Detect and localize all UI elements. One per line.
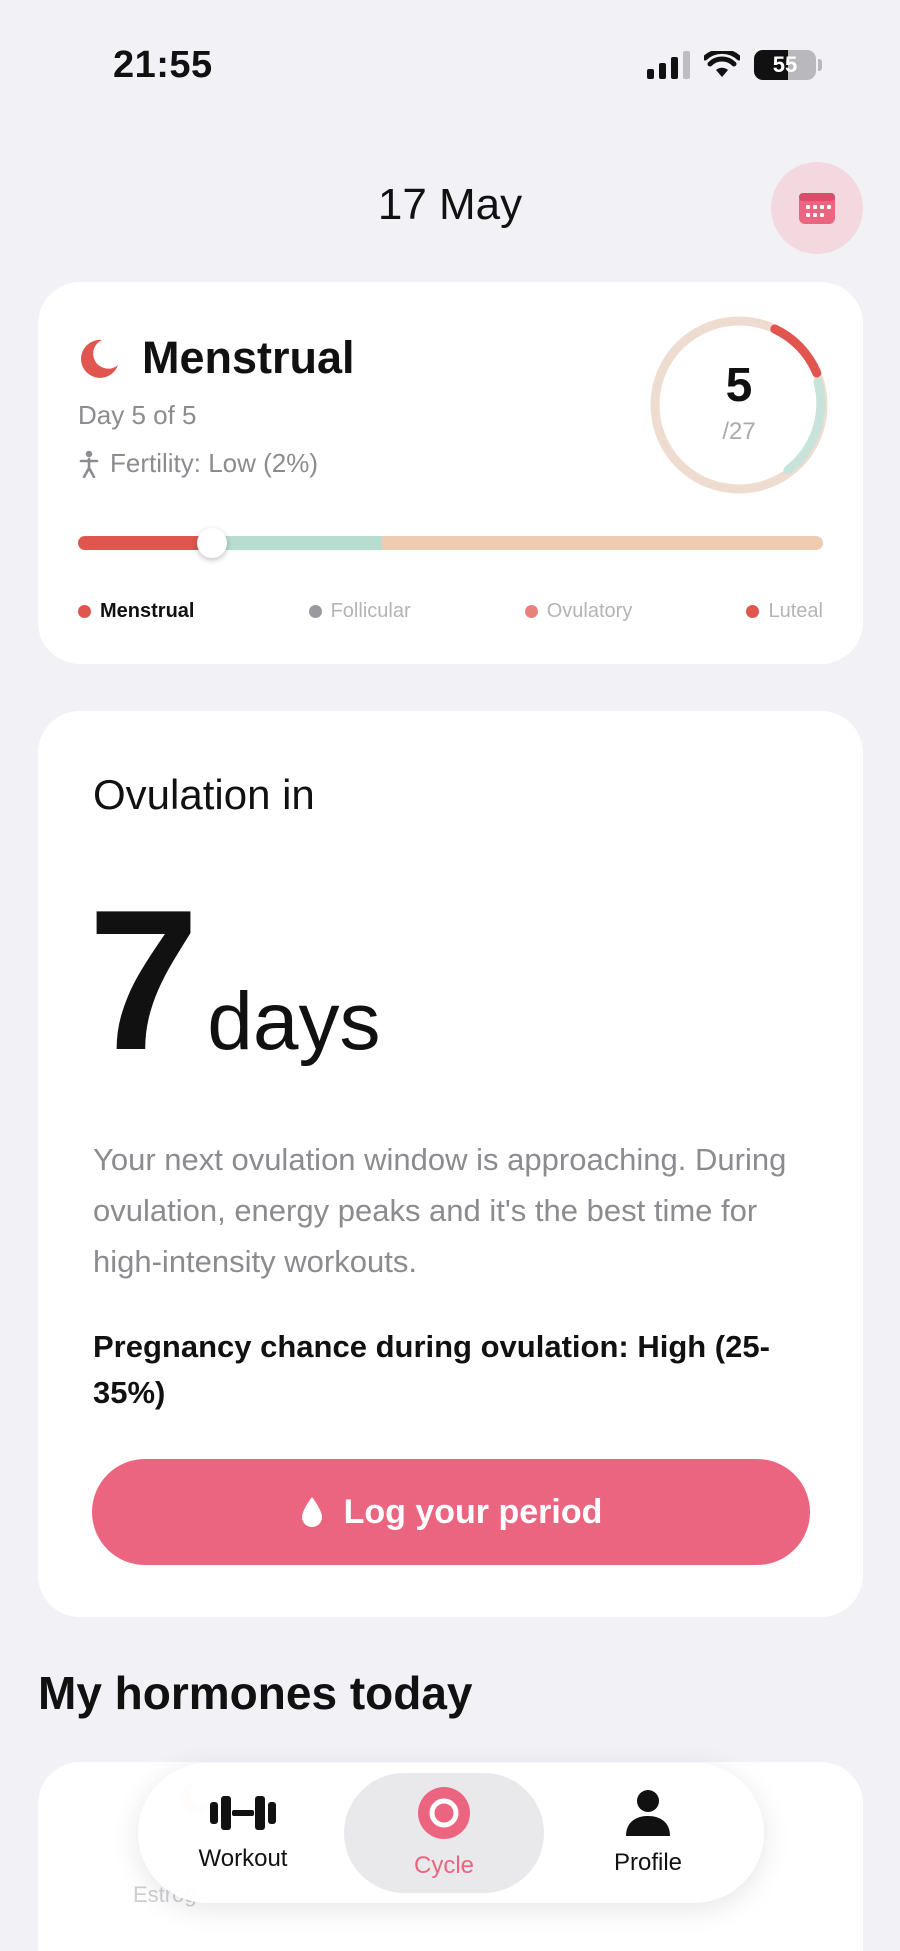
- cycle-progress-bar: [78, 536, 823, 550]
- tab-cycle[interactable]: Cycle: [344, 1773, 544, 1893]
- phase-title-row: Menstrual: [78, 332, 355, 384]
- tab-cycle-label: Cycle: [413, 1852, 474, 1879]
- legend-item-luteal: Luteal: [746, 600, 823, 623]
- status-icons: 55: [647, 50, 822, 80]
- legend-item-follicular: Follicular: [308, 600, 411, 623]
- ovulation-heading: Ovulation in: [93, 771, 315, 818]
- ovulation-countdown: 7 days: [88, 881, 380, 1081]
- battery-level: 55: [772, 52, 798, 77]
- cellular-signal-icon: [647, 51, 690, 79]
- header-date: 17 May: [377, 180, 523, 229]
- battery-icon: 55: [754, 50, 816, 80]
- bottom-tab-bar: Workout Cycle Profile: [138, 1763, 764, 1903]
- calendar-icon: [799, 193, 835, 224]
- status-time: 21:55: [113, 44, 213, 86]
- legend-item-ovulatory: Ovulatory: [524, 600, 632, 623]
- ovulation-days-unit: days: [207, 976, 381, 1067]
- phase-title: Menstrual: [142, 332, 355, 383]
- dumbbell-icon: [210, 1796, 276, 1830]
- cycle-length: /27: [722, 418, 756, 445]
- log-period-button[interactable]: Log your period: [92, 1459, 810, 1565]
- ovulation-card: Ovulation in 7 days Your next ovulation …: [38, 711, 863, 1617]
- cycle-phase-card[interactable]: Menstrual Day 5 of 5 Fertility: Low (2%)…: [38, 282, 863, 664]
- drop-icon: [301, 1497, 322, 1527]
- pregnancy-chance: Pregnancy chance during ovulation: High …: [93, 1329, 770, 1410]
- cycle-day-ring: 5 /27: [648, 314, 830, 496]
- cycle-icon: [418, 1787, 470, 1839]
- fertility-row: Fertility: Low (2%): [78, 448, 318, 479]
- ovulation-days-number: 7: [88, 869, 199, 1092]
- person-walking-icon: [79, 450, 99, 478]
- moon-icon: [81, 339, 118, 378]
- wifi-icon: [704, 51, 740, 77]
- tab-workout-label: Workout: [198, 1845, 288, 1872]
- phase-legend: Menstrual Follicular Ovulatory Luteal: [78, 600, 823, 623]
- hormones-title: My hormones today: [38, 1667, 473, 1719]
- log-period-label: Log your period: [343, 1492, 603, 1531]
- cycle-progress-knob[interactable]: [197, 528, 227, 558]
- fertility-text: Fertility: Low (2%): [110, 448, 319, 478]
- ovulation-description: Your next ovulation window is approachin…: [93, 1142, 787, 1279]
- tab-profile-label: Profile: [613, 1849, 683, 1876]
- status-bar: 21:55 55: [0, 0, 900, 140]
- tab-workout[interactable]: Workout: [143, 1773, 343, 1893]
- phase-day-text: Day 5 of 5: [78, 400, 197, 430]
- calendar-button[interactable]: [771, 162, 863, 254]
- cycle-day-number: 5: [725, 359, 753, 412]
- person-icon: [626, 1790, 670, 1836]
- legend-item-menstrual: Menstrual: [78, 600, 194, 623]
- tab-profile[interactable]: Profile: [548, 1773, 748, 1893]
